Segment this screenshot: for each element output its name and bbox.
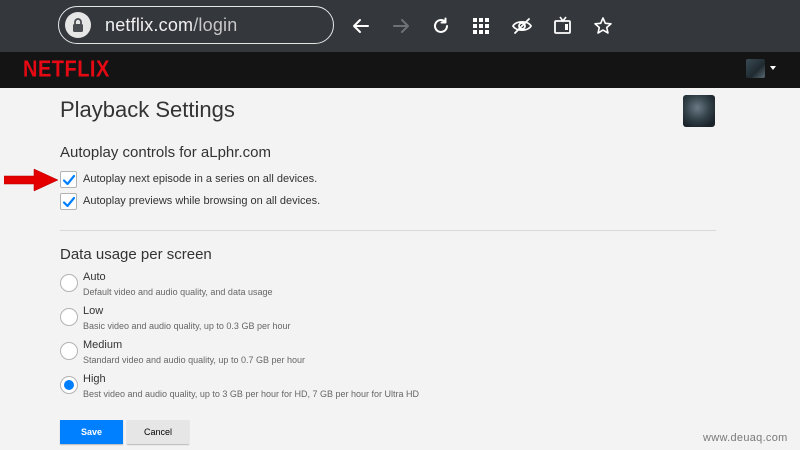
star-icon[interactable] — [592, 15, 614, 37]
medium-description: Standard video and audio quality, up to … — [83, 355, 305, 365]
profile-avatar — [683, 95, 715, 127]
autoplay-previews-checkbox[interactable] — [60, 193, 77, 210]
auto-description: Default video and audio quality, and dat… — [83, 287, 273, 297]
medium-label: Medium — [83, 339, 123, 351]
tv-icon[interactable] — [552, 15, 574, 37]
data-usage-section-title: Data usage per screen — [60, 246, 212, 263]
autoplay-previews-label: Autoplay previews while browsing on all … — [83, 195, 321, 207]
lock-icon[interactable] — [65, 12, 91, 38]
forward-arrow-icon[interactable] — [390, 15, 412, 37]
url-path: /login — [193, 15, 238, 35]
high-label: High — [83, 373, 106, 385]
high-description: Best video and audio quality, up to 3 GB… — [83, 389, 420, 399]
watermark: www.deuaq.com — [703, 432, 788, 444]
high-radio[interactable] — [60, 376, 78, 394]
red-arrow-annotation-icon — [3, 168, 60, 197]
autoplay-next-episode-label: Autoplay next episode in a series on all… — [83, 173, 318, 185]
auto-label: Auto — [83, 271, 106, 283]
low-description: Basic video and audio quality, up to 0.3… — [83, 321, 291, 331]
selected-dot — [64, 380, 74, 390]
caret-down-icon[interactable] — [770, 66, 776, 70]
eye-slash-icon[interactable] — [511, 15, 533, 37]
auto-radio[interactable] — [60, 274, 78, 292]
netflix-header: NETFLIX — [0, 52, 800, 88]
medium-radio[interactable] — [60, 342, 78, 360]
low-label: Low — [83, 305, 104, 317]
profile-avatar-small[interactable] — [746, 59, 765, 78]
section-divider — [60, 230, 716, 231]
reload-icon[interactable] — [430, 15, 452, 37]
autoplay-section-title: Autoplay controls for aLphr.com — [60, 144, 271, 161]
netflix-logo[interactable]: NETFLIX — [23, 57, 110, 83]
page-title: Playback Settings — [60, 97, 235, 122]
url-host: netflix.com — [105, 15, 194, 35]
grid-apps-icon[interactable] — [470, 15, 492, 37]
save-button[interactable]: Save — [60, 420, 123, 444]
url-text[interactable]: netflix.com/login — [105, 15, 237, 36]
address-bar[interactable]: netflix.com/login — [58, 6, 334, 44]
cancel-button[interactable]: Cancel — [127, 420, 189, 444]
autoplay-next-episode-checkbox[interactable] — [60, 171, 77, 188]
browser-toolbar: netflix.com/login — [0, 0, 800, 52]
low-radio[interactable] — [60, 308, 78, 326]
back-arrow-icon[interactable] — [350, 15, 372, 37]
